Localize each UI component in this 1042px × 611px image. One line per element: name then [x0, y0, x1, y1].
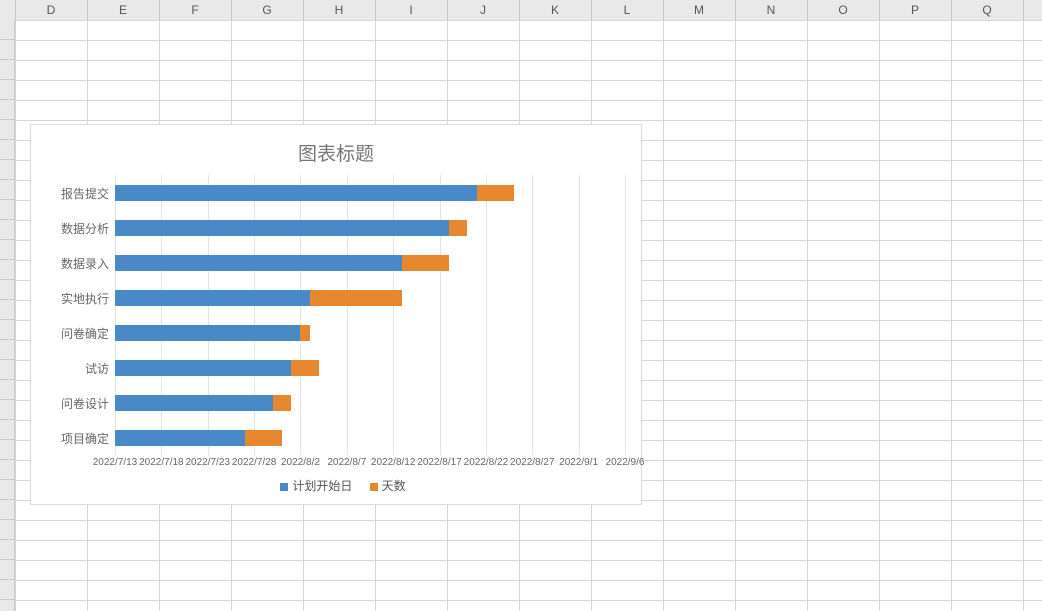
spreadsheet-app: DEFGHIJKLMNOPQ 图表标题 报告提交数据分析数据录入实地执行问卷确定… — [0, 0, 1042, 611]
chart-x-tick: 2022/9/6 — [606, 457, 645, 468]
row-header[interactable] — [0, 540, 15, 560]
chart-bar — [115, 430, 625, 446]
chart-category-label: 报告提交 — [35, 185, 109, 202]
row-header[interactable] — [0, 80, 15, 100]
chart-x-tick: 2022/7/18 — [139, 457, 184, 468]
row-header[interactable] — [0, 140, 15, 160]
row-header[interactable] — [0, 420, 15, 440]
chart-category-label: 数据录入 — [35, 255, 109, 272]
row-header[interactable] — [0, 160, 15, 180]
row-header[interactable] — [0, 440, 15, 460]
row-header[interactable] — [0, 200, 15, 220]
column-header-F[interactable]: F — [159, 0, 232, 20]
column-header-row: DEFGHIJKLMNOPQ — [0, 0, 1042, 21]
row-header[interactable] — [0, 320, 15, 340]
chart-category-label: 数据分析 — [35, 220, 109, 237]
column-header-N[interactable]: N — [735, 0, 808, 20]
row-header[interactable] — [0, 240, 15, 260]
row-header[interactable] — [0, 480, 15, 500]
chart-x-tick: 2022/9/1 — [559, 457, 598, 468]
chart-x-tick: 2022/8/22 — [464, 457, 509, 468]
row-header[interactable] — [0, 120, 15, 140]
row-header[interactable] — [0, 220, 15, 240]
column-header-P[interactable]: P — [879, 0, 952, 20]
row-header[interactable] — [0, 360, 15, 380]
row-header[interactable] — [0, 40, 15, 60]
chart-x-tick: 2022/8/27 — [510, 457, 555, 468]
column-header-E[interactable]: E — [87, 0, 160, 20]
row-header[interactable] — [0, 60, 15, 80]
column-header-I[interactable]: I — [375, 0, 448, 20]
row-header[interactable] — [0, 500, 15, 520]
chart-x-tick: 2022/7/13 — [93, 457, 138, 468]
embedded-chart[interactable]: 图表标题 报告提交数据分析数据录入实地执行问卷确定试访问卷设计项目确定 2022… — [30, 124, 642, 505]
chart-category-label: 问卷确定 — [35, 325, 109, 342]
chart-category-label: 实地执行 — [35, 290, 109, 307]
legend-swatch-series2 — [370, 483, 378, 491]
row-header[interactable] — [0, 260, 15, 280]
row-header[interactable] — [0, 560, 15, 580]
column-header-Q[interactable]: Q — [951, 0, 1024, 20]
chart-category-label: 问卷设计 — [35, 395, 109, 412]
chart-bar — [115, 185, 625, 201]
chart-bar — [115, 395, 625, 411]
chart-legend: 计划开始日 天数 — [31, 477, 641, 494]
column-header-K[interactable]: K — [519, 0, 592, 20]
chart-x-tick: 2022/8/2 — [281, 457, 320, 468]
column-header-H[interactable]: H — [303, 0, 376, 20]
chart-bar — [115, 360, 625, 376]
row-header[interactable] — [0, 580, 15, 600]
row-header[interactable] — [0, 600, 15, 611]
chart-x-tick: 2022/8/12 — [371, 457, 416, 468]
column-header-G[interactable]: G — [231, 0, 304, 20]
header-corner — [0, 0, 16, 20]
chart-bar — [115, 325, 625, 341]
legend-label-series2: 天数 — [382, 479, 406, 493]
chart-bar — [115, 290, 625, 306]
chart-bar — [115, 255, 625, 271]
row-header[interactable] — [0, 380, 15, 400]
chart-x-tick: 2022/8/7 — [327, 457, 366, 468]
chart-x-tick: 2022/7/28 — [232, 457, 277, 468]
row-header[interactable] — [0, 100, 15, 120]
column-header-L[interactable]: L — [591, 0, 664, 20]
column-header-O[interactable]: O — [807, 0, 880, 20]
row-header[interactable] — [0, 280, 15, 300]
column-header-D[interactable]: D — [15, 0, 88, 20]
chart-x-tick: 2022/7/23 — [185, 457, 230, 468]
legend-label-series1: 计划开始日 — [292, 479, 352, 493]
row-header[interactable] — [0, 300, 15, 320]
column-header-J[interactable]: J — [447, 0, 520, 20]
row-header[interactable] — [0, 520, 15, 540]
legend-swatch-series1 — [280, 483, 288, 491]
row-header[interactable] — [0, 400, 15, 420]
row-header[interactable] — [0, 20, 15, 40]
row-header[interactable] — [0, 340, 15, 360]
chart-category-label: 项目确定 — [35, 430, 109, 447]
chart-category-label: 试访 — [35, 360, 109, 377]
column-header-M[interactable]: M — [663, 0, 736, 20]
chart-x-tick: 2022/8/17 — [417, 457, 462, 468]
chart-title: 图表标题 — [31, 139, 641, 166]
row-header[interactable] — [0, 180, 15, 200]
chart-plot-area: 报告提交数据分析数据录入实地执行问卷确定试访问卷设计项目确定 — [115, 175, 625, 455]
row-header[interactable] — [0, 460, 15, 480]
chart-bar — [115, 220, 625, 236]
chart-x-axis: 2022/7/132022/7/182022/7/232022/7/282022… — [115, 457, 625, 471]
